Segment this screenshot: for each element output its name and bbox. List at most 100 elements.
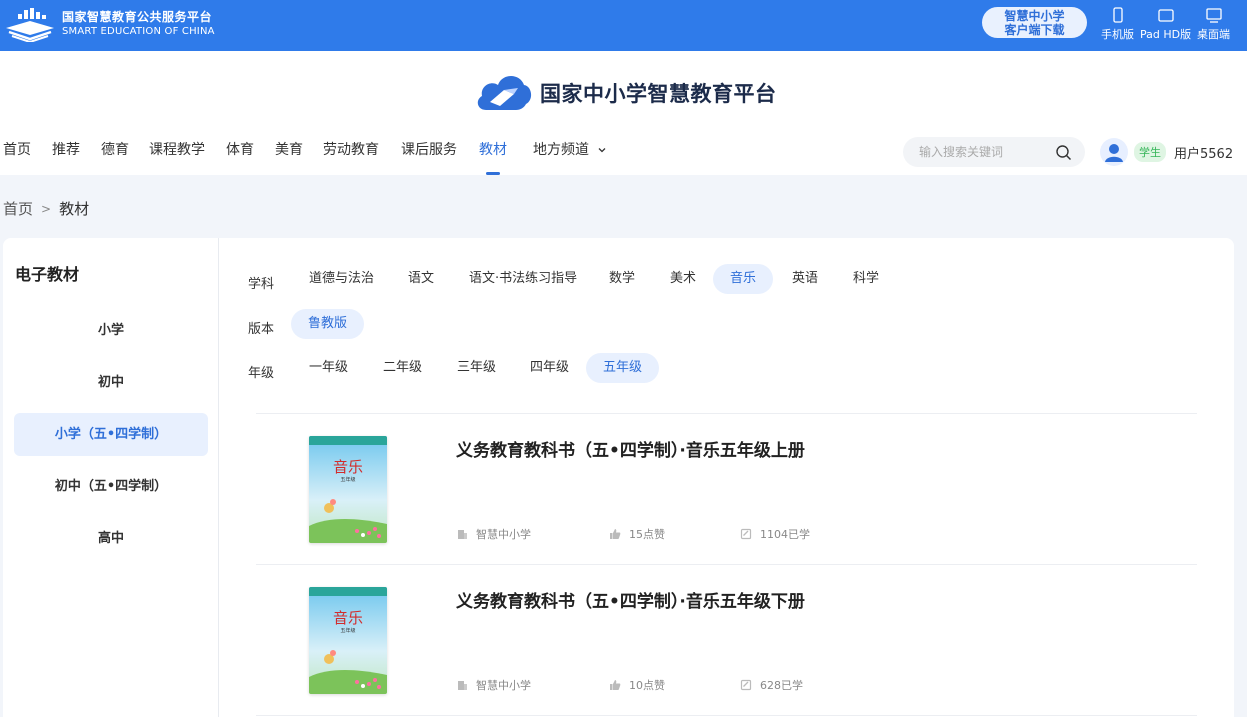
platform-logo-icon[interactable] xyxy=(4,6,56,42)
cover-title: 音乐 xyxy=(333,458,363,476)
building-icon xyxy=(458,530,467,539)
nav-aesthetic-education[interactable]: 美育 xyxy=(275,139,303,159)
username[interactable]: 用户5562 xyxy=(1174,143,1233,162)
nav-local-channel[interactable]: 地方频道 xyxy=(533,139,608,159)
desktop-version-link[interactable]: 桌面端 xyxy=(1197,7,1230,42)
like-count: 15点赞 xyxy=(629,528,665,541)
grade-chip-2[interactable]: 二年级 xyxy=(366,353,439,383)
textbook-learners: 628已学 xyxy=(740,677,803,693)
subject-chip-english[interactable]: 英语 xyxy=(775,264,835,294)
thumbs-up-icon xyxy=(610,680,621,690)
subject-chip-science[interactable]: 科学 xyxy=(836,264,896,294)
phone-icon xyxy=(1112,7,1123,23)
cover-title: 音乐 xyxy=(333,609,363,627)
desktop-icon xyxy=(1205,8,1222,23)
study-record-icon xyxy=(740,679,752,691)
nav-active-indicator xyxy=(486,172,500,175)
site-title: 国家中小学智慧教育平台 xyxy=(540,82,777,106)
grade-chip-4[interactable]: 四年级 xyxy=(513,353,586,383)
subject-chip-music[interactable]: 音乐 xyxy=(713,264,774,294)
like-count: 10点赞 xyxy=(629,679,665,692)
pad-version-link[interactable]: Pad HD版 xyxy=(1140,7,1191,42)
textbook-card[interactable]: 音乐 五年级 义务教育教科书（五•四学制）·音乐五年级下册 智慧中小学 10点赞… xyxy=(256,565,1197,715)
subject-label: 学科 xyxy=(248,277,275,292)
edition-label: 版本 xyxy=(248,322,275,337)
nav-course-teaching[interactable]: 课程教学 xyxy=(149,139,205,159)
brand-name-en: SMART EDUCATION OF CHINA xyxy=(62,26,215,37)
textbook-card[interactable]: 音乐 五年级 义务教育教科书（五•四学制）·音乐五年级上册 智慧中小学 15点赞… xyxy=(256,414,1197,564)
tablet-icon xyxy=(1157,9,1174,22)
textbook-likes: 10点赞 xyxy=(609,677,665,693)
sidebar-title: 电子教材 xyxy=(15,265,80,284)
sidebar-item-junior[interactable]: 初中 xyxy=(14,361,208,404)
subject-chip-calligraphy[interactable]: 语文·书法练习指导 xyxy=(452,264,594,294)
site-logo[interactable]: 国家中小学智慧教育平台 xyxy=(474,70,777,116)
thumbs-up-icon xyxy=(610,529,621,539)
sidebar-item-junior-54[interactable]: 初中（五•四学制） xyxy=(14,465,208,508)
nav-local-channel-label: 地方频道 xyxy=(533,142,589,158)
subject-chip-math[interactable]: 数学 xyxy=(592,264,652,294)
nav-recommend[interactable]: 推荐 xyxy=(52,139,80,159)
cloud-book-logo-icon xyxy=(477,76,532,110)
device-label: 手机版 xyxy=(1101,28,1134,41)
device-label: 桌面端 xyxy=(1197,28,1230,41)
nav-textbooks[interactable]: 教材 xyxy=(479,139,507,159)
search-input[interactable] xyxy=(919,142,1049,162)
study-record-icon xyxy=(740,528,752,540)
breadcrumb: 首页 > 教材 xyxy=(3,198,89,219)
textbook-likes: 15点赞 xyxy=(609,526,665,542)
sidebar-item-senior[interactable]: 高中 xyxy=(14,517,208,560)
breadcrumb-separator: > xyxy=(41,201,52,216)
mobile-version-link[interactable]: 手机版 xyxy=(1101,7,1134,42)
subject-chip-art[interactable]: 美术 xyxy=(653,264,713,294)
grade-chip-5[interactable]: 五年级 xyxy=(586,353,660,383)
grade-label: 年级 xyxy=(248,366,275,381)
music-book-cover-image: 音乐 五年级 xyxy=(309,436,387,543)
textbook-cover[interactable]: 音乐 五年级 xyxy=(309,436,387,543)
user-avatar-icon xyxy=(1105,144,1123,162)
textbook-title[interactable]: 义务教育教科书（五•四学制）·音乐五年级上册 xyxy=(456,436,805,461)
subject-chip-morality[interactable]: 道德与法治 xyxy=(292,264,391,294)
textbook-learners: 1104已学 xyxy=(740,526,810,542)
chevron-down-icon xyxy=(598,148,606,153)
learner-count: 1104已学 xyxy=(760,528,810,541)
publisher-name: 智慧中小学 xyxy=(476,528,531,541)
textbook-publisher: 智慧中小学 xyxy=(456,526,531,542)
top-bar: 国家智慧教育公共服务平台 SMART EDUCATION OF CHINA 智慧… xyxy=(0,0,1247,51)
textbook-cover[interactable]: 音乐 五年级 xyxy=(309,587,387,694)
nav-after-school[interactable]: 课后服务 xyxy=(401,139,457,159)
platform-brand[interactable]: 国家智慧教育公共服务平台 SMART EDUCATION OF CHINA xyxy=(62,10,215,38)
avatar[interactable] xyxy=(1100,138,1128,166)
building-icon xyxy=(458,681,467,690)
edition-chip-lu[interactable]: 鲁教版 xyxy=(291,309,365,339)
brand-name-cn: 国家智慧教育公共服务平台 xyxy=(62,10,213,24)
nav-labor-education[interactable]: 劳动教育 xyxy=(323,139,379,159)
cover-grade: 五年级 xyxy=(340,476,355,483)
list-divider xyxy=(256,715,1197,716)
nav-home[interactable]: 首页 xyxy=(3,139,31,159)
sidebar-item-primary-54[interactable]: 小学（五•四学制） xyxy=(14,413,208,456)
textbook-publisher: 智慧中小学 xyxy=(456,677,531,693)
textbook-sidebar: 电子教材 小学 初中 小学（五•四学制） 初中（五•四学制） 高中 xyxy=(3,238,219,717)
textbook-title[interactable]: 义务教育教科书（五•四学制）·音乐五年级下册 xyxy=(456,587,805,612)
nav-sports[interactable]: 体育 xyxy=(226,139,254,159)
user-profile[interactable]: 学生 用户5562 xyxy=(1100,138,1233,166)
grade-chip-1[interactable]: 一年级 xyxy=(292,353,365,383)
nav-moral-education[interactable]: 德育 xyxy=(101,139,129,159)
subject-chip-chinese[interactable]: 语文 xyxy=(391,264,451,294)
grade-chip-3[interactable]: 三年级 xyxy=(440,353,513,383)
download-line-2: 客户端下载 xyxy=(1004,23,1065,37)
learner-count: 628已学 xyxy=(760,679,803,692)
role-badge: 学生 xyxy=(1134,142,1166,162)
breadcrumb-current: 教材 xyxy=(59,200,90,218)
client-download-button[interactable]: 智慧中小学 客户端下载 xyxy=(982,7,1087,38)
site-header: 国家中小学智慧教育平台 首页 推荐 德育 课程教学 体育 美育 劳动教育 课后服… xyxy=(0,51,1247,175)
search-box xyxy=(903,137,1085,167)
device-label: Pad HD版 xyxy=(1140,28,1192,41)
music-book-cover-image: 音乐 五年级 xyxy=(309,587,387,694)
content-panel: 电子教材 小学 初中 小学（五•四学制） 初中（五•四学制） 高中 学科 道德与… xyxy=(3,238,1234,717)
sidebar-item-primary[interactable]: 小学 xyxy=(14,309,208,352)
publisher-name: 智慧中小学 xyxy=(476,679,531,692)
breadcrumb-home[interactable]: 首页 xyxy=(3,198,33,219)
search-icon[interactable] xyxy=(1055,144,1073,162)
